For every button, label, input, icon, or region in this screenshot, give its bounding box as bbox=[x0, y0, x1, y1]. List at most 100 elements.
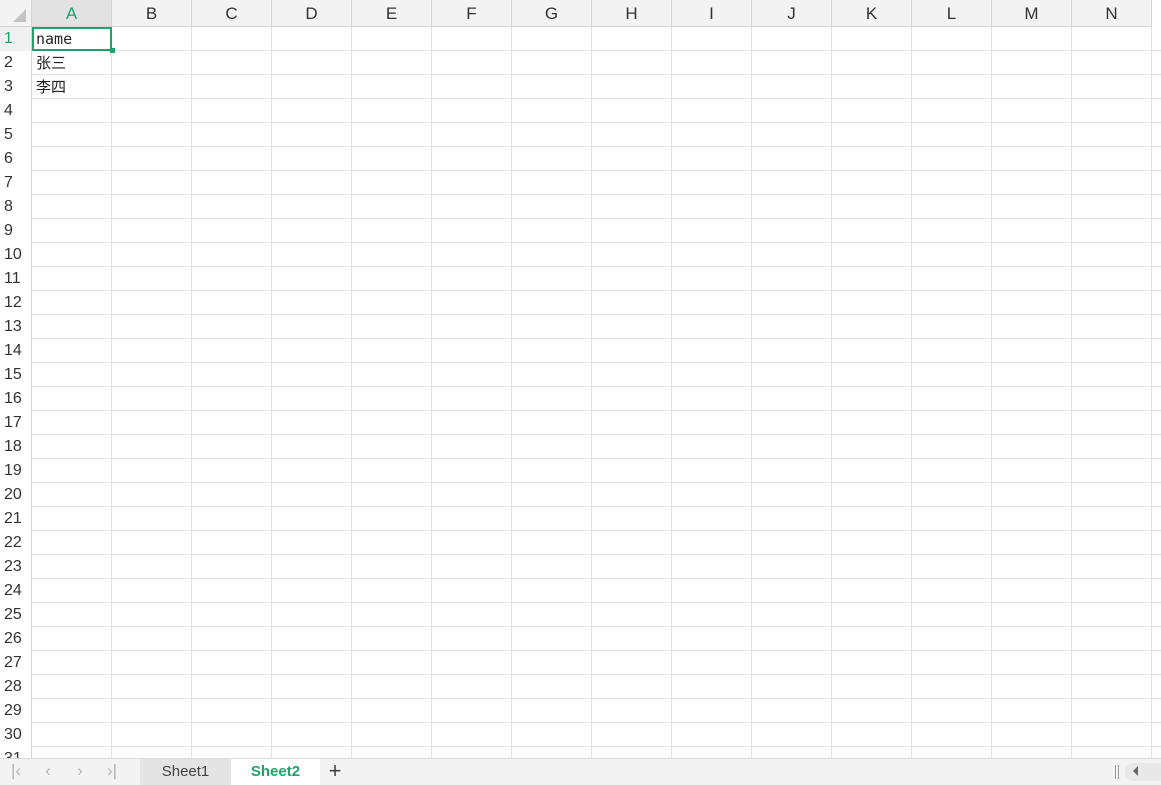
row-header-20[interactable]: 20 bbox=[0, 483, 32, 507]
row-gridline bbox=[32, 482, 1161, 483]
row-gridline bbox=[32, 194, 1161, 195]
column-header-i[interactable]: I bbox=[672, 0, 752, 27]
row-header-8[interactable]: 8 bbox=[0, 195, 32, 219]
row-gridline bbox=[32, 98, 1161, 99]
row-header-18[interactable]: 18 bbox=[0, 435, 32, 459]
column-header-a[interactable]: A bbox=[32, 0, 112, 27]
row-gridline bbox=[32, 242, 1161, 243]
row-header-19[interactable]: 19 bbox=[0, 459, 32, 483]
row-header-25[interactable]: 25 bbox=[0, 603, 32, 627]
column-header-f[interactable]: F bbox=[432, 0, 512, 27]
column-gridline bbox=[431, 27, 432, 758]
select-all-corner[interactable] bbox=[0, 0, 32, 27]
horizontal-scrollbar[interactable] bbox=[1125, 763, 1161, 781]
column-gridline bbox=[671, 27, 672, 758]
row-header-5[interactable]: 5 bbox=[0, 123, 32, 147]
column-gridline bbox=[271, 27, 272, 758]
scroll-split-handle[interactable] bbox=[1115, 765, 1119, 779]
row-header-13[interactable]: 13 bbox=[0, 315, 32, 339]
row-header-24[interactable]: 24 bbox=[0, 579, 32, 603]
row-gridline bbox=[32, 506, 1161, 507]
cell-a2[interactable]: 张三 bbox=[32, 51, 112, 75]
row-gridline bbox=[32, 602, 1161, 603]
row-header-29[interactable]: 29 bbox=[0, 699, 32, 723]
row-header-23[interactable]: 23 bbox=[0, 555, 32, 579]
row-gridline bbox=[32, 170, 1161, 171]
column-header-g[interactable]: G bbox=[512, 0, 592, 27]
row-gridline bbox=[32, 530, 1161, 531]
row-header-21[interactable]: 21 bbox=[0, 507, 32, 531]
column-gridline bbox=[591, 27, 592, 758]
column-gridline bbox=[351, 27, 352, 758]
row-header-1[interactable]: 1 bbox=[0, 27, 32, 51]
row-header-4[interactable]: 4 bbox=[0, 99, 32, 123]
row-gridline bbox=[32, 386, 1161, 387]
row-header-11[interactable]: 11 bbox=[0, 267, 32, 291]
row-gridline bbox=[32, 266, 1161, 267]
row-header-3[interactable]: 3 bbox=[0, 75, 32, 99]
column-header-m[interactable]: M bbox=[992, 0, 1072, 27]
first-sheet-button[interactable]: |‹ bbox=[5, 759, 27, 785]
row-header-2[interactable]: 2 bbox=[0, 51, 32, 75]
column-header-d[interactable]: D bbox=[272, 0, 352, 27]
row-gridline bbox=[32, 218, 1161, 219]
select-all-icon bbox=[13, 9, 26, 22]
row-gridline bbox=[32, 674, 1161, 675]
column-header-j[interactable]: J bbox=[752, 0, 832, 27]
row-gridline bbox=[32, 722, 1161, 723]
row-gridline bbox=[32, 746, 1161, 747]
column-header-b[interactable]: B bbox=[112, 0, 192, 27]
column-header-h[interactable]: H bbox=[592, 0, 672, 27]
column-gridline bbox=[191, 27, 192, 758]
row-gridline bbox=[32, 50, 1161, 51]
row-gridline bbox=[32, 122, 1161, 123]
row-gridline bbox=[32, 74, 1161, 75]
scroll-left-icon[interactable] bbox=[1133, 766, 1138, 776]
row-header-28[interactable]: 28 bbox=[0, 675, 32, 699]
tab-sheet1[interactable]: Sheet1 bbox=[140, 759, 231, 785]
column-gridline bbox=[1151, 27, 1152, 758]
spreadsheet-grid[interactable]: ABCDEFGHIJKLMN 1 2 3 4 5 6 7 8 9 10 11 12 13 14 15 16 17… bbox=[0, 0, 1161, 758]
row-header-9[interactable]: 9 bbox=[0, 219, 32, 243]
row-header-10[interactable]: 10 bbox=[0, 243, 32, 267]
row-header-7[interactable]: 7 bbox=[0, 171, 32, 195]
column-header-c[interactable]: C bbox=[192, 0, 272, 27]
add-sheet-button[interactable]: + bbox=[323, 759, 347, 785]
column-header-n[interactable]: N bbox=[1072, 0, 1152, 27]
row-header-17[interactable]: 17 bbox=[0, 411, 32, 435]
next-sheet-button[interactable]: › bbox=[69, 759, 91, 785]
cell-a1[interactable]: name bbox=[32, 27, 112, 51]
column-gridline bbox=[991, 27, 992, 758]
column-gridline bbox=[111, 27, 112, 758]
last-sheet-button[interactable]: ›| bbox=[101, 759, 123, 785]
row-gridline bbox=[32, 434, 1161, 435]
row-header-12[interactable]: 12 bbox=[0, 291, 32, 315]
row-header-14[interactable]: 14 bbox=[0, 339, 32, 363]
row-gridline bbox=[32, 458, 1161, 459]
prev-sheet-button[interactable]: ‹ bbox=[37, 759, 59, 785]
row-gridline bbox=[32, 146, 1161, 147]
tab-sheet2[interactable]: Sheet2 bbox=[231, 759, 320, 785]
row-header-30[interactable]: 30 bbox=[0, 723, 32, 747]
row-header-22[interactable]: 22 bbox=[0, 531, 32, 555]
row-gridline bbox=[32, 290, 1161, 291]
column-gridline bbox=[511, 27, 512, 758]
row-gridline bbox=[32, 362, 1161, 363]
row-header-16[interactable]: 16 bbox=[0, 387, 32, 411]
row-header-15[interactable]: 15 bbox=[0, 363, 32, 387]
column-header-l[interactable]: L bbox=[912, 0, 992, 27]
cell-a3[interactable]: 李四 bbox=[32, 75, 112, 99]
row-header-31[interactable]: 31 bbox=[0, 747, 32, 758]
fill-handle[interactable] bbox=[110, 48, 115, 53]
row-header-27[interactable]: 27 bbox=[0, 651, 32, 675]
column-header-k[interactable]: K bbox=[832, 0, 912, 27]
column-header-e[interactable]: E bbox=[352, 0, 432, 27]
row-gridline bbox=[32, 626, 1161, 627]
sheet-tab-bar: |‹ ‹ › ›| Sheet1 Sheet2 + bbox=[0, 758, 1161, 785]
row-gridline bbox=[32, 554, 1161, 555]
row-header-6[interactable]: 6 bbox=[0, 147, 32, 171]
row-header-26[interactable]: 26 bbox=[0, 627, 32, 651]
row-gridline bbox=[32, 578, 1161, 579]
column-gridline bbox=[911, 27, 912, 758]
row-gridline bbox=[32, 698, 1161, 699]
